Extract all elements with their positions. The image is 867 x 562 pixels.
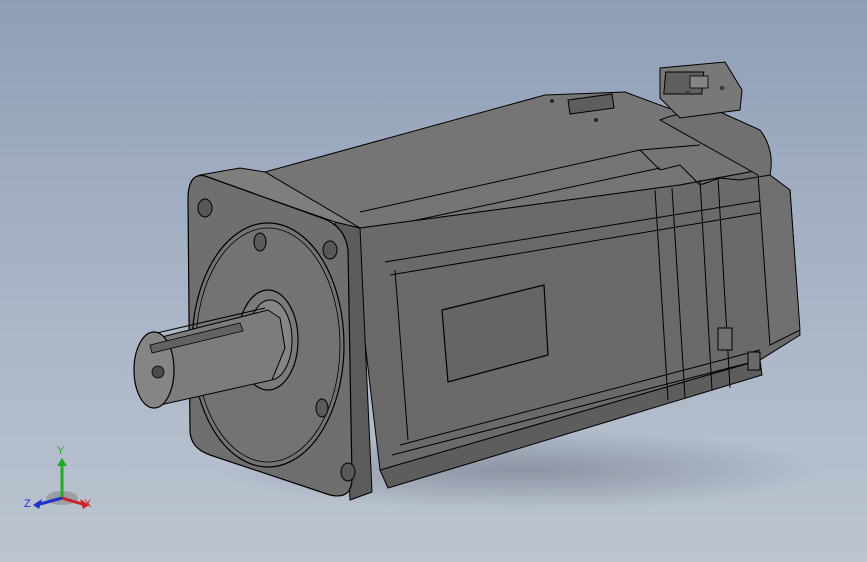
connector-hole-1 bbox=[685, 90, 691, 96]
z-axis-label: Z bbox=[24, 498, 31, 510]
rear-fitting-2 bbox=[747, 351, 761, 371]
rear-fitting bbox=[717, 327, 733, 351]
graphics-viewport[interactable]: Y X Z bbox=[0, 0, 867, 562]
mount-hole-top-left[interactable] bbox=[197, 198, 213, 218]
servo-motor-model[interactable] bbox=[0, 0, 867, 562]
mount-hole-top-right[interactable] bbox=[322, 240, 338, 260]
shaft-center-hole bbox=[151, 365, 165, 379]
connector-pin-slot bbox=[689, 75, 709, 89]
y-axis-label: Y bbox=[57, 445, 65, 457]
mount-hole-bottom-right[interactable] bbox=[340, 462, 356, 482]
face-hole-bottom[interactable] bbox=[315, 398, 329, 418]
top-marker-dot-1 bbox=[550, 99, 554, 103]
x-axis-label: X bbox=[84, 498, 92, 510]
y-arrow-head bbox=[57, 458, 67, 466]
top-marker-dot-2 bbox=[594, 118, 598, 122]
connector-hole-2 bbox=[719, 85, 725, 91]
coordinate-triad[interactable]: Y X Z bbox=[22, 440, 102, 520]
face-hole-top[interactable] bbox=[253, 232, 267, 252]
